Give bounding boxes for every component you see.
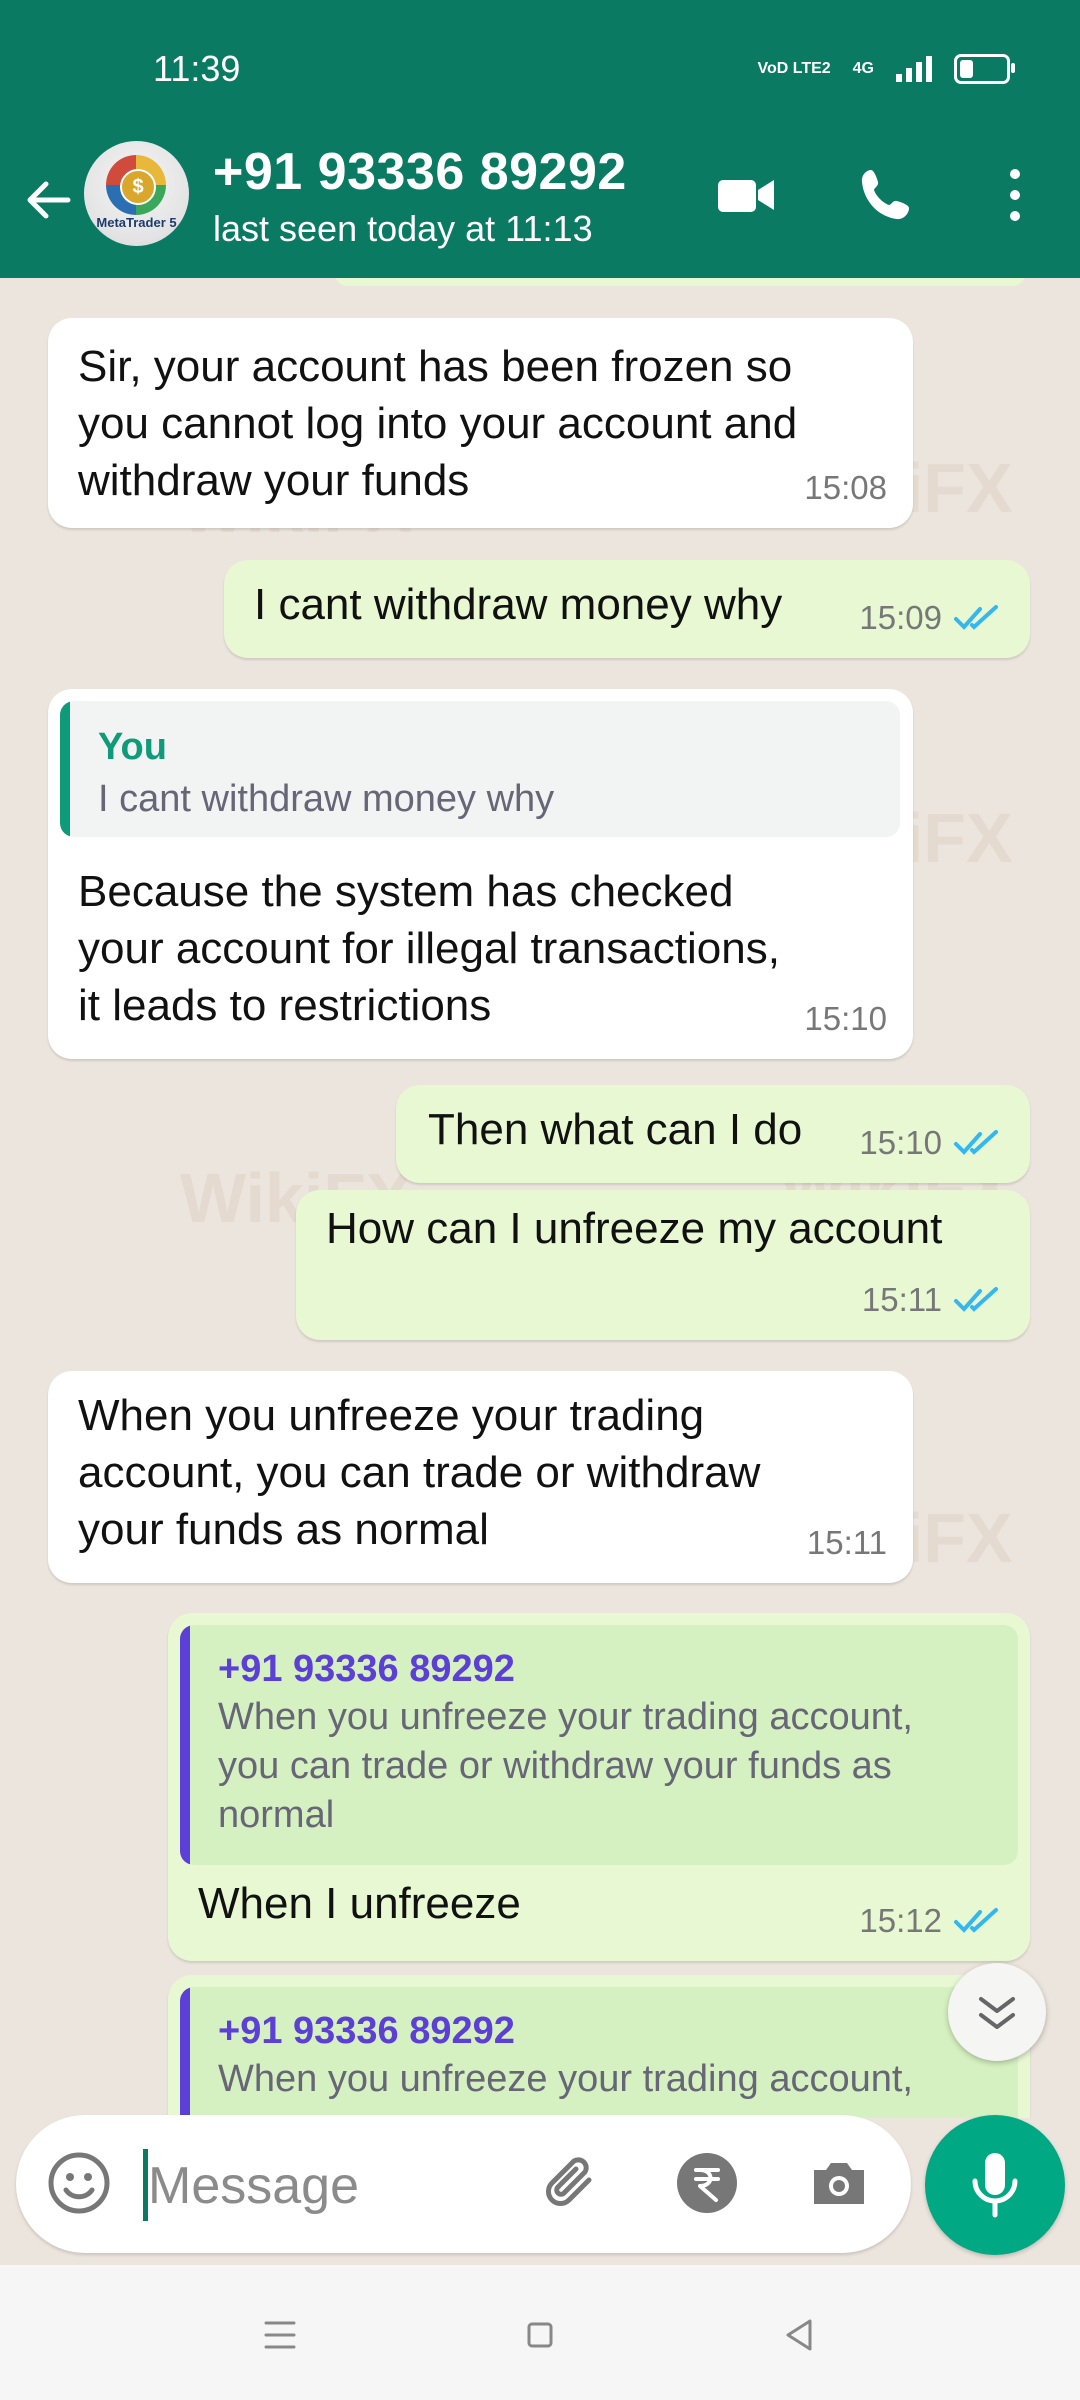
message-meta: 15:10 [804, 990, 887, 1047]
quote-line: When you unfreeze your trading account, [218, 1696, 913, 1738]
home-icon[interactable] [510, 2305, 570, 2365]
volte-indicator: VoD LTE2 [757, 60, 831, 77]
message-text: How can I unfreeze my account [326, 1204, 943, 1253]
quote-bar [180, 1987, 190, 2118]
quote-bar [180, 1625, 190, 1865]
incoming-message[interactable]: When you unfreeze your trading account, … [48, 1371, 913, 1583]
microphone-icon [972, 2153, 1018, 2218]
message-time: 15:10 [859, 1124, 942, 1161]
message-time: 15:08 [804, 469, 887, 506]
message-text: When you unfreeze your trading account, … [78, 1387, 760, 1558]
quote-author: You [98, 726, 167, 768]
last-seen-status: last seen today at 11:13 [213, 208, 593, 249]
status-time: 11:39 [153, 48, 241, 89]
message-input[interactable] [146, 2147, 400, 2225]
chevron-double-down-icon [979, 1997, 1015, 2029]
battery-icon [954, 54, 1015, 84]
read-receipt-icon [954, 1907, 998, 1933]
quote-author: +91 93336 89292 [218, 2010, 515, 2052]
status-bar: 11:39 VoD LTE2 4G [0, 0, 1080, 140]
read-receipt-icon [954, 604, 998, 630]
back-nav-icon[interactable] [770, 2305, 830, 2365]
message-text: I cant withdraw money why [254, 580, 783, 629]
message-time: 15:11 [861, 1281, 942, 1318]
message-meta: 15:11 [862, 1271, 1004, 1328]
quote-bar [60, 701, 70, 837]
message-text: Because the system has checked your acco… [78, 863, 780, 1034]
message-text: Then what can I do [428, 1105, 803, 1154]
avatar-label: MetaTrader 5 [96, 215, 177, 230]
message-time: 15:09 [859, 599, 942, 636]
quote-author: +91 93336 89292 [218, 1648, 515, 1690]
read-receipt-icon [954, 1286, 998, 1312]
attach-icon[interactable] [539, 2148, 609, 2218]
message-meta: 15:09 [859, 589, 1004, 646]
previous-message-edge [335, 278, 1025, 286]
avatar[interactable]: $ MetaTrader 5 [84, 141, 189, 246]
message-line: withdraw your funds [78, 456, 470, 505]
quote-text: When you unfreeze your trading account, [218, 2058, 913, 2100]
microphone-button[interactable] [925, 2115, 1065, 2255]
incoming-message[interactable]: Sir, your account has been frozen so you… [48, 318, 913, 528]
outgoing-message[interactable]: +91 93336 89292 When you unfreeze your t… [168, 1613, 1030, 1961]
status-icons: VoD LTE2 4G [757, 54, 1015, 84]
message-text: When I unfreeze [198, 1879, 521, 1928]
back-arrow-icon[interactable] [18, 170, 78, 230]
quote-text: I cant withdraw money why [98, 778, 555, 820]
outgoing-message[interactable]: How can I unfreeze my account 15:11 [296, 1190, 1030, 1340]
system-navigation-bar [0, 2265, 1080, 2400]
message-list[interactable]: WikiFX WikiFX WikiFX WikiFX WikiFX WikiF… [0, 278, 1080, 2118]
message-time: 15:11 [806, 1524, 887, 1561]
message-line: it leads to restrictions [78, 981, 492, 1030]
message-time: 15:12 [859, 1902, 942, 1939]
quoted-message[interactable]: You I cant withdraw money why [60, 701, 900, 837]
message-text: Sir, your account has been frozen so you… [78, 338, 797, 509]
quoted-message[interactable]: +91 93336 89292 When you unfreeze your t… [180, 1625, 1018, 1865]
message-line: your funds as normal [78, 1505, 489, 1554]
incoming-message[interactable]: You I cant withdraw money why Because th… [48, 689, 913, 1059]
dollar-coin-icon: $ [120, 169, 156, 205]
video-call-icon[interactable] [712, 160, 782, 230]
rupee-payment-icon[interactable] [672, 2148, 742, 2218]
more-options-icon[interactable] [980, 160, 1050, 230]
message-composer [16, 2115, 911, 2253]
quote-line: normal [218, 1794, 335, 1836]
camera-icon[interactable] [804, 2148, 874, 2218]
message-line: account, you can trade or withdraw [78, 1448, 761, 1497]
outgoing-message[interactable]: I cant withdraw money why 15:09 [224, 560, 1030, 658]
quoted-message[interactable]: +91 93336 89292 When you unfreeze your t… [180, 1987, 1018, 2118]
quote-text: When you unfreeze your trading account, … [218, 1693, 913, 1840]
contact-name[interactable]: +91 93336 89292 [213, 142, 627, 202]
message-line: Sir, your account has been frozen so [78, 342, 793, 391]
outgoing-message[interactable]: +91 93336 89292 When you unfreeze your t… [168, 1975, 1030, 2118]
message-meta: 15:10 [859, 1114, 1004, 1171]
emoji-icon[interactable] [44, 2148, 114, 2218]
scroll-to-bottom-button[interactable] [948, 1963, 1046, 2061]
message-meta: 15:12 [859, 1892, 1004, 1949]
network-type-indicator: 4G [852, 60, 874, 77]
signal-icon [896, 56, 932, 82]
message-line: you cannot log into your account and [78, 399, 798, 448]
message-time: 15:10 [804, 1000, 887, 1037]
read-receipt-icon [954, 1129, 998, 1155]
message-line: Because the system has checked [78, 867, 734, 916]
message-line: your account for illegal transactions, [78, 924, 780, 973]
menu-icon[interactable] [250, 2305, 310, 2365]
voice-call-icon[interactable] [853, 160, 923, 230]
chat-header: $ MetaTrader 5 +91 93336 89292 last seen… [0, 140, 1080, 278]
message-meta: 15:08 [804, 459, 887, 516]
outgoing-message[interactable]: Then what can I do 15:10 [396, 1085, 1030, 1183]
message-meta: 15:11 [807, 1514, 887, 1571]
message-line: When you unfreeze your trading [78, 1391, 705, 1440]
quote-line: you can trade or withdraw your funds as [218, 1745, 892, 1787]
